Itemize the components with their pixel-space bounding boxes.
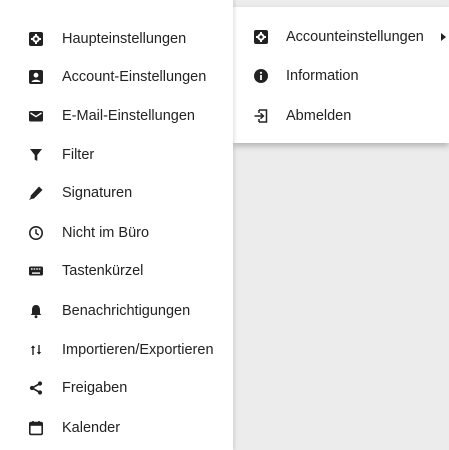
submenu-arrow-icon [441, 32, 446, 41]
logout-icon [253, 108, 269, 124]
menu-item-kalender[interactable]: Kalender [0, 408, 233, 447]
bell-icon [28, 303, 44, 319]
menu-item-label: Filter [62, 146, 95, 163]
pen-icon [28, 185, 44, 201]
settings-menu: Haupteinstellungen Account-Einstellungen… [0, 0, 233, 450]
account-popup-menu: Accounteinstellungen Information Abmelde… [233, 7, 449, 143]
menu-item-importieren-exportieren[interactable]: Importieren/Exportieren [0, 330, 233, 369]
menu-item-tastenkuerzel[interactable]: Tastenkürzel [0, 251, 233, 290]
share-icon [28, 380, 44, 396]
menu-item-freigaben[interactable]: Freigaben [0, 368, 233, 407]
menu-item-label: Tastenkürzel [62, 262, 144, 279]
menu-item-benachrichtigungen[interactable]: Benachrichtigungen [0, 291, 233, 330]
menu-item-label: Haupteinstellungen [62, 30, 187, 47]
menu-item-accounteinstellungen[interactable]: Accounteinstellungen [233, 17, 449, 56]
menu-item-email-einstellungen[interactable]: E-Mail-Einstellungen [0, 96, 233, 135]
menu-item-abmelden[interactable]: Abmelden [233, 96, 449, 135]
info-icon [253, 68, 269, 84]
menu-item-filter[interactable]: Filter [0, 135, 233, 174]
menu-item-label: Benachrichtigungen [62, 302, 191, 319]
menu-item-label: E-Mail-Einstellungen [62, 107, 195, 124]
menu-item-nicht-im-buero[interactable]: Nicht im Büro [0, 213, 233, 252]
gear-box-icon [253, 29, 269, 45]
menu-item-haupteinstellungen[interactable]: Haupteinstellungen [0, 19, 233, 58]
keyboard-icon [28, 263, 44, 279]
calendar-icon [28, 420, 44, 436]
menu-item-account-einstellungen[interactable]: Account-Einstellungen [0, 57, 233, 96]
menu-item-label: Accounteinstellungen [286, 28, 424, 45]
gear-box-icon [28, 31, 44, 47]
menu-item-label: Importieren/Exportieren [62, 341, 214, 358]
clock-icon [28, 225, 44, 241]
email-icon [28, 108, 44, 124]
menu-item-label: Nicht im Büro [62, 224, 150, 241]
account-box-icon [28, 69, 44, 85]
menu-item-label: Freigaben [62, 379, 128, 396]
menu-item-label: Information [286, 67, 359, 84]
menu-item-label: Signaturen [62, 184, 133, 201]
menu-item-label: Account-Einstellungen [62, 68, 207, 85]
menu-item-information[interactable]: Information [233, 56, 449, 95]
menu-item-label: Kalender [62, 419, 121, 436]
import-export-icon [28, 342, 44, 358]
menu-item-label: Abmelden [286, 107, 352, 124]
filter-icon [28, 147, 44, 163]
menu-item-signaturen[interactable]: Signaturen [0, 173, 233, 212]
